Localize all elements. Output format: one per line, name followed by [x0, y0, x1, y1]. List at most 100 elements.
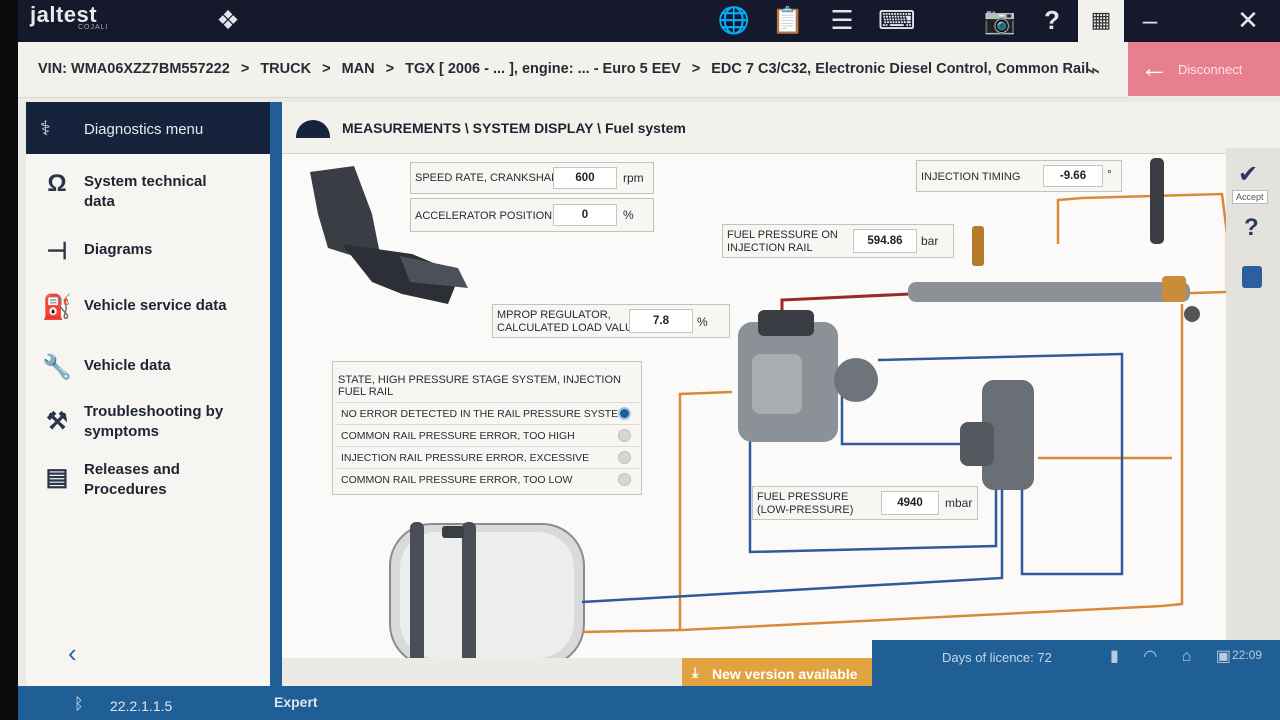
- breadcrumb-separator: >: [240, 61, 250, 77]
- breadcrumb-path: VIN: WMA06XZZ7BM557222 > TRUCK > MAN > T…: [38, 61, 1089, 77]
- breadcrumb-item-make[interactable]: MAN: [342, 61, 375, 77]
- mprop-regulator-unit: %: [697, 315, 708, 329]
- software-version: 22.2.1.1.5: [110, 698, 173, 714]
- breadcrumb-separator: >: [691, 61, 701, 77]
- sidebar-item-label: Vehicle data: [84, 357, 171, 374]
- low-pressure-box: FUEL PRESSURE (LOW-PRESSURE) 4940 mbar: [752, 486, 978, 520]
- injection-timing-box: INJECTION TIMING -9.66 °: [916, 160, 1122, 192]
- low-pressure-label: FUEL PRESSURE (LOW-PRESSURE): [757, 491, 853, 517]
- sidebar-item-label: Releases and Procedures: [84, 461, 180, 498]
- sidebar-item-label: System technical data: [84, 173, 207, 210]
- procedures-icon: ▤: [45, 464, 69, 491]
- print-icon[interactable]: [1242, 266, 1262, 288]
- status-indicator: [618, 429, 631, 442]
- breadcrumb-item-type[interactable]: TRUCK: [260, 61, 311, 77]
- speed-rate-value: 600: [553, 167, 617, 189]
- logo-subtext: COJALI: [78, 24, 109, 31]
- back-chevron-icon[interactable]: ‹: [68, 638, 77, 669]
- new-version-label: New version available: [712, 666, 858, 682]
- state-option-too-high: COMMON RAIL PRESSURE ERROR, TOO HIGH: [337, 424, 639, 445]
- omega-icon: Ω: [47, 170, 67, 197]
- list-icon[interactable]: ☰: [824, 4, 860, 36]
- low-pressure-label-line2: (LOW-PRESSURE): [757, 504, 854, 516]
- sidebar: ⚕ Diagnostics menu Ω System technical da…: [26, 102, 282, 686]
- report-icon[interactable]: 📋: [770, 4, 806, 36]
- speed-rate-label: SPEED RATE, CRANKSHAFT: [415, 172, 565, 184]
- close-icon[interactable]: ✕: [1230, 4, 1266, 36]
- state-option-label: INJECTION RAIL PRESSURE ERROR, EXCESSIVE: [341, 452, 590, 464]
- minimize-icon[interactable]: –: [1132, 4, 1168, 36]
- keyboard-icon[interactable]: ⌨: [878, 4, 916, 36]
- app-screen: jaltest COJALI ❖ 🌐 📋 ☰ ⌨ 📷 ? ▦ – ✕ VIN: …: [18, 0, 1280, 720]
- status-bar: ᛒ 22.2.1.1.5 Expert: [18, 686, 1280, 720]
- diagram-icon: ⊣: [46, 238, 68, 265]
- mprop-label-line2: CALCULATED LOAD VALUE: [497, 322, 641, 334]
- accelerator-position-unit: %: [623, 208, 634, 222]
- grid-icon[interactable]: ▦: [1078, 0, 1124, 42]
- globe-icon[interactable]: 🌐: [716, 4, 752, 36]
- fuel-tank-image: [389, 522, 585, 668]
- state-option-label: NO ERROR DETECTED IN THE RAIL PRESSURE S…: [341, 408, 627, 420]
- sidebar-accent-strip: [270, 102, 282, 686]
- breadcrumb-separator: >: [322, 61, 331, 77]
- fuel-rail-pressure-box: FUEL PRESSURE ON INJECTION RAIL 594.86 ba…: [722, 224, 954, 258]
- state-option-label: COMMON RAIL PRESSURE ERROR, TOO HIGH: [341, 430, 575, 442]
- disconnect-button[interactable]: ← Disconnect: [1128, 42, 1280, 96]
- page-title: MEASUREMENTS \ SYSTEM DISPLAY \ Fuel sys…: [342, 120, 686, 136]
- clock: 22:09: [1232, 648, 1263, 662]
- troubleshooting-icon: ⚒: [46, 408, 68, 435]
- status-indicator-active: [618, 407, 631, 420]
- arrow-left-icon: ←: [1140, 52, 1168, 83]
- accelerator-position-value: 0: [553, 204, 617, 226]
- speed-rate-unit: rpm: [623, 171, 644, 185]
- accept-tooltip: Accept: [1232, 190, 1268, 204]
- injection-timing-label: INJECTION TIMING: [921, 171, 1021, 183]
- low-pressure-label-line1: FUEL PRESSURE: [757, 491, 849, 503]
- new-version-button[interactable]: ⤓ New version available: [682, 658, 872, 688]
- fuel-rail-pressure-unit: bar: [921, 234, 939, 248]
- apps-icon[interactable]: ❖: [210, 4, 246, 36]
- stethoscope-icon: ⚕: [40, 118, 51, 140]
- camera-icon[interactable]: 📷: [982, 4, 1018, 36]
- connector-icon[interactable]: ⌁: [1086, 56, 1100, 85]
- sidebar-item-label: Vehicle service data: [84, 297, 227, 314]
- gauge-icon: [296, 120, 330, 138]
- state-option-no-error: NO ERROR DETECTED IN THE RAIL PRESSURE S…: [337, 402, 639, 423]
- status-indicator: [618, 473, 631, 486]
- breadcrumb-item-system[interactable]: EDC 7 C3/C32, Electronic Diesel Control,…: [711, 61, 1089, 77]
- sidebar-header-label: Diagnostics menu: [84, 121, 204, 138]
- injection-timing-unit: °: [1107, 167, 1112, 181]
- state-panel-title: STATE, HIGH PRESSURE STAGE SYSTEM, INJEC…: [338, 374, 621, 398]
- fuel-rail-label-line2: INJECTION RAIL: [727, 242, 813, 254]
- return-fuel-lines: [581, 192, 1229, 634]
- right-action-bar: ✔ Accept ?: [1226, 148, 1280, 648]
- accelerator-position-label: ACCELERATOR POSITION: [415, 210, 553, 222]
- download-icon: ⤓: [692, 664, 699, 680]
- vin-label: VIN: WMA06XZZ7BM557222: [38, 61, 230, 77]
- licence-days: Days of licence: 72: [942, 650, 1052, 665]
- system-tray-icons: ▮ ◠ ⌂ ▣: [1110, 648, 1241, 665]
- oil-can-icon: ⛽: [42, 294, 72, 321]
- breadcrumb: VIN: WMA06XZZ7BM557222 > TRUCK > MAN > T…: [18, 42, 1128, 98]
- main-header: MEASUREMENTS \ SYSTEM DISPLAY \ Fuel sys…: [282, 102, 1280, 154]
- injection-timing-value: -9.66: [1043, 165, 1103, 187]
- accept-check-icon[interactable]: ✔: [1238, 160, 1258, 189]
- fuel-rail-label-line1: FUEL PRESSURE ON: [727, 229, 838, 241]
- sidebar-item-label: Diagrams: [84, 241, 153, 258]
- mprop-regulator-box: MPROP REGULATOR, CALCULATED LOAD VALUE 7.…: [492, 304, 730, 338]
- help-icon[interactable]: ?: [1244, 214, 1259, 242]
- sidebar-header[interactable]: ⚕ Diagnostics menu: [26, 102, 270, 154]
- breadcrumb-separator: >: [385, 61, 395, 77]
- bluetooth-icon: ᛒ: [74, 696, 84, 713]
- state-option-too-low: COMMON RAIL PRESSURE ERROR, TOO LOW: [337, 468, 639, 489]
- low-pressure-value: 4940: [881, 491, 939, 515]
- fuel-rail-pressure-value: 594.86: [853, 229, 917, 253]
- user-mode: Expert: [274, 694, 318, 710]
- disconnect-label: Disconnect: [1178, 62, 1243, 77]
- help-icon[interactable]: ?: [1034, 4, 1070, 36]
- state-option-label: COMMON RAIL PRESSURE ERROR, TOO LOW: [341, 474, 573, 486]
- sidebar-item-label: Troubleshooting by symptoms: [84, 403, 224, 440]
- breadcrumb-item-model[interactable]: TGX [ 2006 - ... ], engine: ... - Euro 5…: [405, 61, 681, 77]
- top-toolbar: jaltest COJALI ❖ 🌐 📋 ☰ ⌨ 📷 ? ▦ – ✕: [18, 0, 1280, 42]
- mprop-regulator-label: MPROP REGULATOR, CALCULATED LOAD VALUE: [497, 309, 640, 335]
